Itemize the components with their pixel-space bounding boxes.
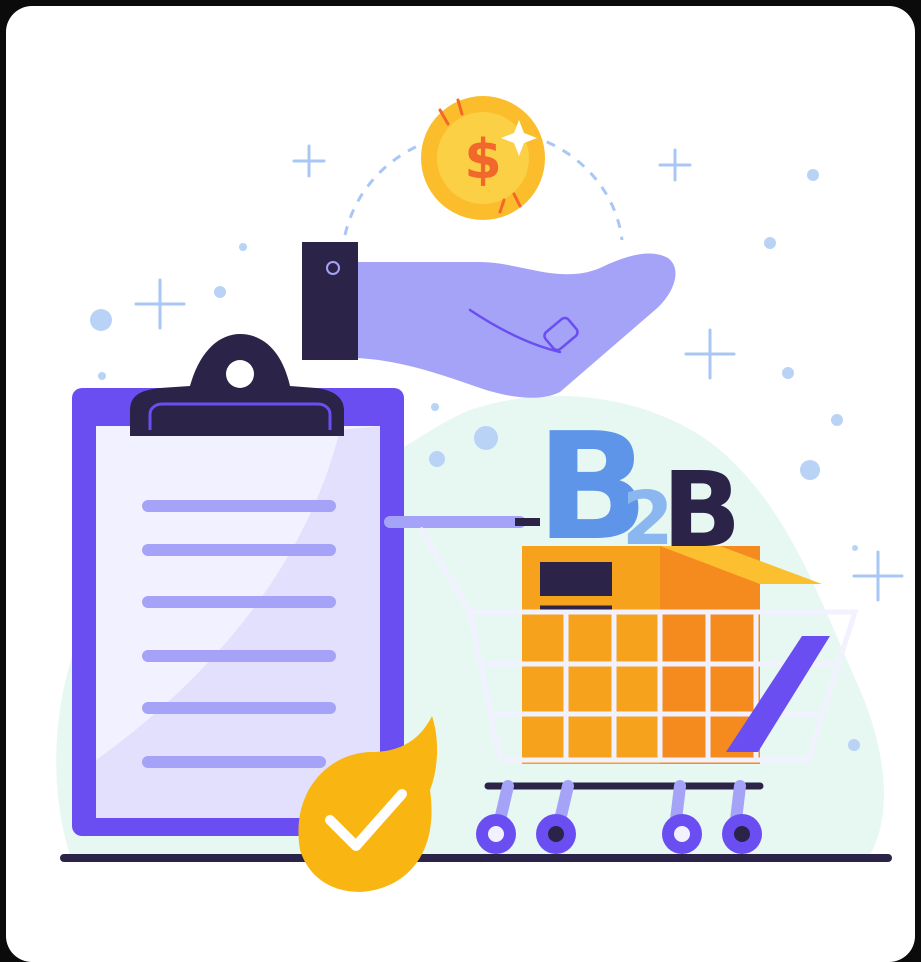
hand-icon: [302, 242, 676, 398]
plus-icon: [684, 328, 736, 380]
illustration-card: $ B 2 B: [6, 6, 915, 962]
plus-icon: [134, 278, 186, 330]
sleeve-cuff: [302, 242, 358, 360]
coin-icon: $: [421, 96, 545, 220]
plus-icon: [292, 144, 326, 178]
coin-dollar-symbol: $: [464, 128, 502, 191]
b2b-illustration: $ B 2 B: [56, 96, 904, 892]
plus-icon: [658, 148, 692, 182]
plus-icon: [852, 550, 904, 602]
